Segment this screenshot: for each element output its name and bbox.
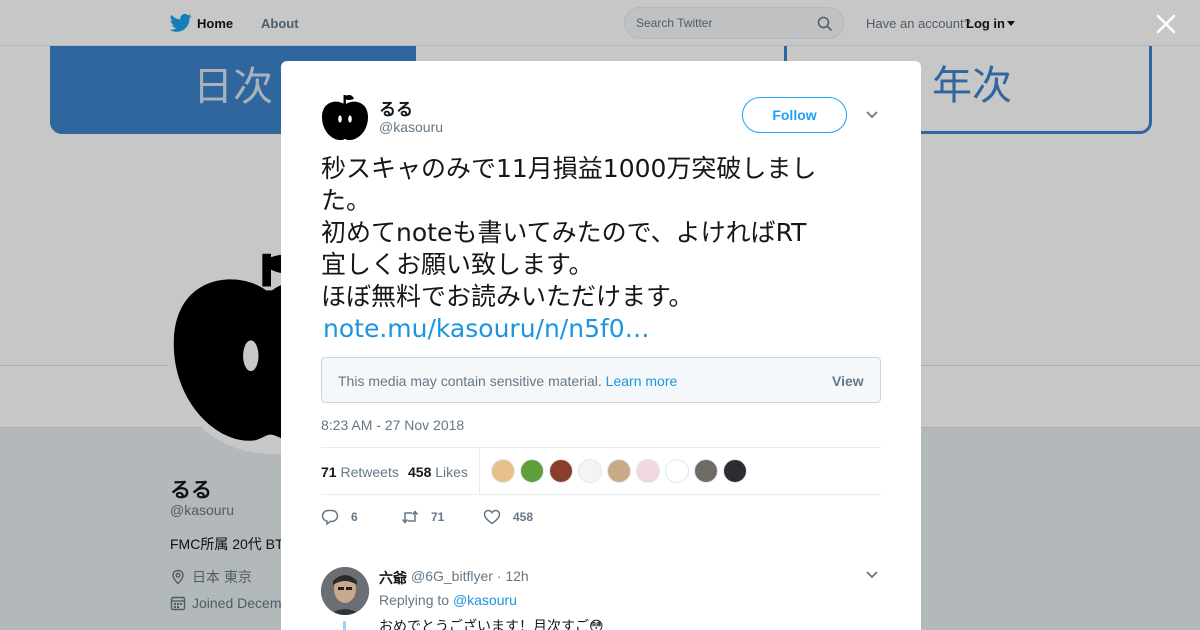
author-handle[interactable]: @kasouru (379, 119, 443, 135)
replying-to-link[interactable]: @kasouru (453, 592, 517, 608)
sensitive-message-text: This media may contain sensitive materia… (338, 373, 602, 389)
tweet-text-line: 宜しくお願い致します。 (321, 250, 594, 279)
like-count: 458 (513, 510, 534, 524)
likes-count: 458 (408, 464, 432, 480)
liker-avatar[interactable] (491, 459, 515, 483)
tweet-timestamp[interactable]: 8:23 AM - 27 Nov 2018 (321, 417, 464, 433)
tweet-stats: 71 Retweets 458 Likes (321, 447, 881, 495)
liker-avatar[interactable] (636, 459, 660, 483)
tweet-text-line: 秒スキャのみで11月損益1000万突破しまし (321, 154, 817, 183)
tweet-text-line: た。 (321, 186, 372, 215)
chevron-down-icon[interactable] (865, 110, 879, 120)
sensitive-message: This media may contain sensitive materia… (338, 373, 677, 389)
sensitive-media-notice: This media may contain sensitive materia… (321, 357, 881, 403)
tweet-text-line: 初めてnoteも書いてみたので、よければRT (321, 218, 807, 247)
replying-to: Replying to @kasouru (379, 592, 517, 608)
likes-label: Likes (435, 464, 468, 480)
stats-divider (479, 448, 480, 494)
reply-count: 6 (351, 510, 358, 524)
reply-text: おめでとうございます！月次すご😳 (379, 619, 604, 630)
reply-author-name[interactable]: 六爺 (379, 568, 407, 588)
reply-author-handle[interactable]: @6G_bitflyer · 12h (411, 568, 529, 584)
retweet-icon (401, 510, 419, 524)
liker-avatar[interactable] (549, 459, 573, 483)
tweet-link[interactable]: note.mu/kasouru/n/n5f0… (321, 313, 881, 345)
reply-avatar[interactable] (321, 567, 369, 615)
reply-tweet: 六爺 @6G_bitflyer · 12h Replying to @kasou… (321, 567, 881, 630)
tweet-text: 秒スキャのみで11月損益1000万突破しまし た。 初めてnoteも書いてみたの… (321, 153, 881, 345)
liker-avatar[interactable] (665, 459, 689, 483)
liker-avatar[interactable] (578, 459, 602, 483)
liker-avatar[interactable] (520, 459, 544, 483)
tweet-modal: るる @kasouru Follow 秒スキャのみで11月損益1000万突破しま… (281, 61, 921, 630)
follow-button[interactable]: Follow (742, 97, 847, 133)
retweets-label: Retweets (340, 464, 399, 480)
author-avatar[interactable] (321, 93, 369, 141)
close-icon[interactable] (1155, 13, 1177, 35)
retweet-count: 71 (431, 510, 445, 524)
liker-avatar[interactable] (723, 459, 747, 483)
liker-avatar[interactable] (607, 459, 631, 483)
retweets-count: 71 (321, 464, 337, 480)
retweets-stat[interactable]: 71 Retweets (321, 464, 399, 480)
chevron-down-icon[interactable] (865, 570, 879, 580)
tweet-actions: 6 71 458 (321, 507, 621, 527)
view-media-button[interactable]: View (832, 373, 864, 389)
tweet-text-line: ほぼ無料でお読みいただけます。 (321, 282, 694, 311)
reply-avatar-image (321, 567, 369, 615)
liker-avatar[interactable] (694, 459, 718, 483)
reply-icon (321, 509, 339, 526)
heart-icon (483, 509, 501, 525)
replying-to-prefix: Replying to (379, 592, 450, 608)
thread-line (343, 621, 346, 630)
likes-stat[interactable]: 458 Likes (408, 464, 468, 480)
author-name[interactable]: るる (379, 95, 413, 120)
learn-more-link[interactable]: Learn more (606, 373, 678, 389)
